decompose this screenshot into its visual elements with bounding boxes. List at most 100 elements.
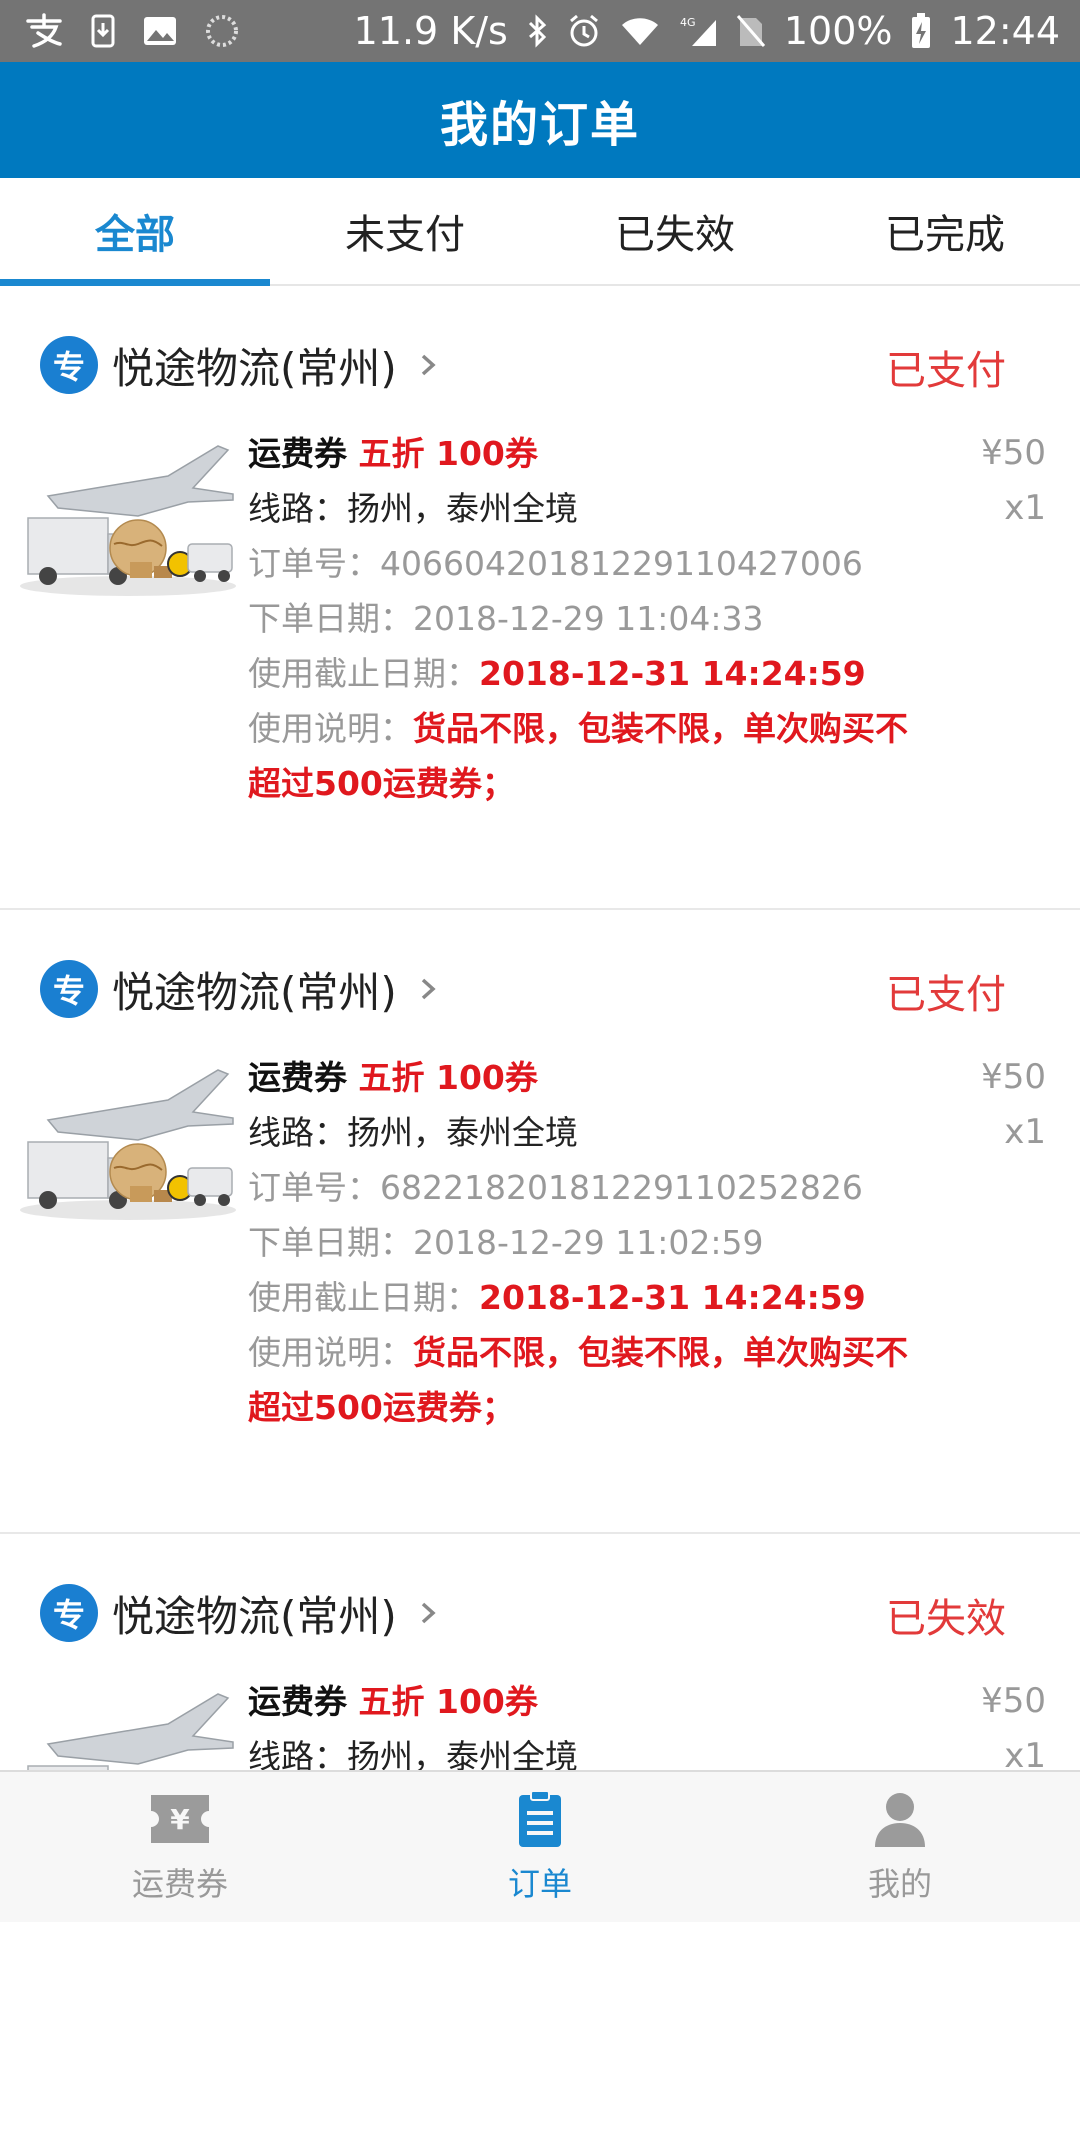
route-label: 线路：	[248, 489, 347, 528]
order-date-label: 下单日期：	[248, 599, 413, 638]
price-block: ¥50 x1	[981, 1674, 1046, 1784]
app-header: 我的订单	[0, 62, 1080, 178]
shop-badge: 专	[40, 336, 98, 394]
nav-label: 运费券	[131, 1865, 228, 1903]
nav-profile[interactable]: 我的	[720, 1772, 1080, 1922]
deadline-line: 使用截止日期：2018-12-31 14:24:59	[248, 646, 948, 701]
route-line: 线路：扬州，泰州全境	[248, 481, 948, 536]
page-title: 我的订单	[439, 97, 640, 153]
chevron-right-icon	[421, 978, 436, 1000]
chevron-right-icon	[421, 1602, 436, 1624]
logistics-thumbnail	[20, 1069, 236, 1220]
shop-link[interactable]: 专 悦途物流(常州)	[40, 330, 441, 400]
logistics-thumbnail	[20, 445, 236, 596]
wifi-icon	[620, 15, 660, 47]
route-label: 线路：	[248, 1113, 347, 1152]
coupon-discount: 五折 100券	[358, 434, 538, 473]
tab-completed[interactable]: 已完成	[810, 178, 1080, 284]
coupon-title: 运费券 五折 100券	[248, 426, 948, 481]
clock: 12:44	[950, 9, 1060, 53]
order-details: 运费券 五折 100券 线路：扬州，泰州全境	[248, 1674, 948, 1784]
tab-label: 已失效	[615, 212, 735, 258]
order-status: 已支付	[886, 348, 1006, 394]
price: ¥50	[981, 1681, 1046, 1721]
order-status: 已支付	[886, 972, 1006, 1018]
image-icon	[142, 15, 178, 47]
shop-link[interactable]: 专 悦途物流(常州)	[40, 954, 441, 1024]
nav-orders[interactable]: 订单	[360, 1772, 720, 1922]
order-number-line: 订单号：40660420181229110427006	[248, 536, 948, 591]
order-details: 运费券 五折 100券 线路：扬州，泰州全境 订单号：6822182018122…	[248, 1050, 948, 1435]
order-date-line: 下单日期：2018-12-29 11:04:33	[248, 591, 948, 646]
deadline-line: 使用截止日期：2018-12-31 14:24:59	[248, 1270, 948, 1325]
order-number-line: 订单号：68221820181229110252826	[248, 1160, 948, 1215]
no-sim-icon	[736, 14, 766, 48]
nav-coupon[interactable]: ¥ 运费券	[0, 1772, 360, 1922]
tab-unpaid[interactable]: 未支付	[270, 178, 540, 284]
download-icon	[90, 13, 116, 49]
tab-label: 全部	[95, 212, 175, 258]
tab-expired[interactable]: 已失效	[540, 178, 810, 284]
order-number-label: 订单号：	[248, 544, 380, 583]
deadline-label: 使用截止日期：	[248, 654, 479, 693]
order-details: 运费券 五折 100券 线路：扬州，泰州全境 订单号：4066042018122…	[248, 426, 948, 811]
order-number: 68221820181229110252826	[380, 1168, 863, 1207]
deadline-label: 使用截止日期：	[248, 1278, 479, 1317]
coupon-type: 运费券	[248, 1682, 347, 1721]
svg-text:4G: 4G	[680, 16, 696, 29]
order-tabs: 全部 未支付 已失效 已完成	[0, 178, 1080, 286]
price: ¥50	[981, 433, 1046, 473]
svg-text:¥: ¥	[170, 1803, 190, 1836]
shop-name: 悦途物流(常州)	[112, 1591, 397, 1641]
user-icon	[875, 1793, 925, 1847]
route-value: 扬州，泰州全境	[347, 1113, 578, 1152]
chevron-right-icon	[421, 354, 436, 376]
tab-all[interactable]: 全部	[0, 178, 270, 286]
route-value: 扬州，泰州全境	[347, 489, 578, 528]
order-status: 已失效	[886, 1596, 1006, 1642]
route-line: 线路：扬州，泰州全境	[248, 1105, 948, 1160]
cellular-signal-icon: 4G	[678, 14, 718, 48]
usage-label: 使用说明：	[248, 1333, 413, 1372]
coupon-discount: 五折 100券	[358, 1682, 538, 1721]
price-block: ¥50 x1	[981, 1050, 1046, 1160]
nav-label: 订单	[507, 1865, 572, 1903]
order-date: 2018-12-29 11:02:59	[413, 1223, 764, 1262]
status-bar: 11.9 K/s 4G 100% 12:44	[0, 0, 1080, 62]
coupon-type: 运费券	[248, 1058, 347, 1097]
deadline-value: 2018-12-31 14:24:59	[479, 1278, 866, 1317]
price: ¥50	[981, 1057, 1046, 1097]
coupon-title: 运费券 五折 100券	[248, 1674, 948, 1729]
usage-label: 使用说明：	[248, 709, 413, 748]
coupon-title: 运费券 五折 100券	[248, 1050, 948, 1105]
order-card[interactable]: 专 悦途物流(常州) 已支付 运费券 五折 100券 线路：扬州，泰州全境 订单…	[0, 286, 1080, 910]
bluetooth-icon	[526, 13, 548, 49]
clipboard-icon	[519, 1790, 561, 1847]
shop-badge: 专	[40, 960, 98, 1018]
network-speed: 11.9 K/s	[353, 9, 508, 53]
bottom-nav: ¥ 运费券 订单 我的	[0, 1770, 1080, 1922]
alipay-icon	[24, 13, 64, 49]
quantity: x1	[1004, 1112, 1046, 1152]
shop-link[interactable]: 专 悦途物流(常州)	[40, 1578, 441, 1648]
coupon-discount: 五折 100券	[358, 1058, 538, 1097]
coupon-type: 运费券	[248, 434, 347, 473]
loading-icon	[204, 13, 240, 49]
shop-name: 悦途物流(常州)	[112, 343, 397, 393]
usage-description: 使用说明：货品不限，包装不限，单次购买不超过500运费券；	[248, 1325, 908, 1435]
order-date: 2018-12-29 11:04:33	[413, 599, 764, 638]
quantity: x1	[1004, 488, 1046, 528]
alarm-icon	[566, 13, 602, 49]
order-card[interactable]: 专 悦途物流(常州) 已支付 运费券 五折 100券 线路：扬州，泰州全境 订单…	[0, 910, 1080, 1534]
tab-label: 已完成	[885, 212, 1005, 258]
coupon-icon: ¥	[151, 1795, 209, 1843]
deadline-value: 2018-12-31 14:24:59	[479, 654, 866, 693]
order-date-line: 下单日期：2018-12-29 11:02:59	[248, 1215, 948, 1270]
battery-charging-icon	[910, 12, 932, 50]
battery-level: 100%	[783, 9, 893, 53]
order-date-label: 下单日期：	[248, 1223, 413, 1262]
order-number: 40660420181229110427006	[380, 544, 863, 583]
shop-badge: 专	[40, 1584, 98, 1642]
price-block: ¥50 x1	[981, 426, 1046, 536]
tab-label: 未支付	[345, 212, 465, 258]
